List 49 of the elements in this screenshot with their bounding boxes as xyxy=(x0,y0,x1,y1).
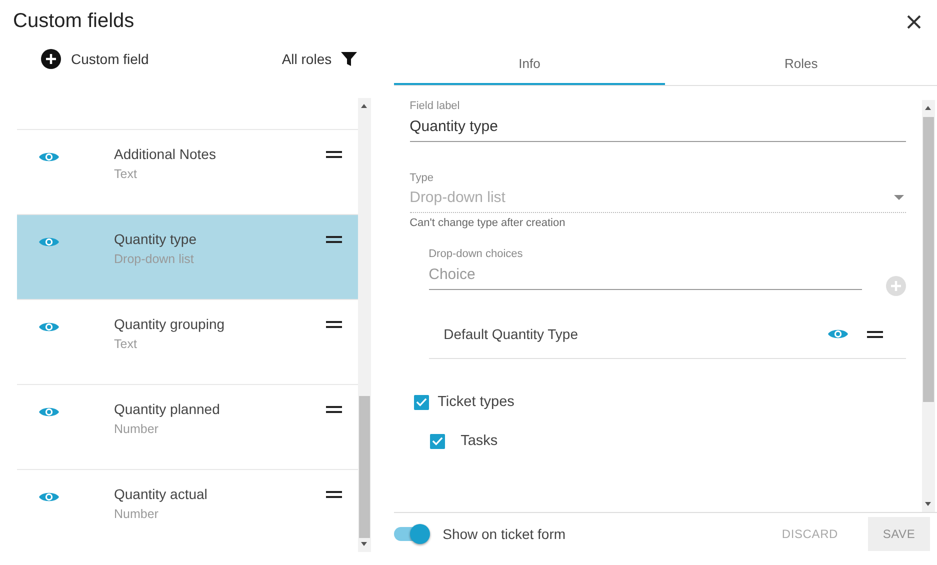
field-name: Quantity planned xyxy=(114,401,221,417)
drag-handle-icon[interactable] xyxy=(326,406,342,413)
field-label-input[interactable]: Quantity type xyxy=(410,112,906,142)
checkbox[interactable] xyxy=(414,394,429,410)
dialog-title: Custom fields xyxy=(13,10,134,32)
field-label: Field label xyxy=(410,100,461,112)
tab[interactable]: Info xyxy=(394,43,666,85)
drag-handle-icon[interactable] xyxy=(326,491,342,498)
field-name: Additional Notes xyxy=(114,146,217,162)
eye-icon[interactable] xyxy=(827,327,849,341)
scrollbar[interactable] xyxy=(922,100,935,512)
eye-icon[interactable] xyxy=(38,405,60,419)
field-type: Drop-down list xyxy=(114,252,195,266)
caret-icon xyxy=(894,195,904,200)
field-name: Quantity grouping xyxy=(114,316,226,332)
choices-label: Drop-down choices xyxy=(428,248,524,260)
tab[interactable]: Roles xyxy=(665,43,937,85)
field-type: Number xyxy=(114,507,160,521)
field-list-item[interactable]: Quantity grouping Text xyxy=(17,300,358,385)
role-filter-button[interactable]: All roles xyxy=(282,51,357,67)
checkbox-label: Tasks xyxy=(460,433,498,449)
filter-icon xyxy=(340,51,357,67)
field-name: Quantity type xyxy=(114,231,198,247)
field-type: Text xyxy=(114,167,138,181)
eye-icon[interactable] xyxy=(38,490,60,504)
field-list-item[interactable]: Quantity type Drop-down list xyxy=(17,215,358,300)
close-icon[interactable] xyxy=(907,15,921,29)
drag-handle-icon[interactable] xyxy=(326,236,342,243)
drag-handle-icon[interactable] xyxy=(867,330,883,338)
eye-icon[interactable] xyxy=(38,235,60,249)
field-type: Number xyxy=(114,422,160,436)
eye-icon[interactable] xyxy=(38,320,60,334)
field-type: Text xyxy=(114,337,138,351)
type-hint: Can't change type after creation xyxy=(410,217,566,229)
field-list-item[interactable]: Quantity planned Number xyxy=(17,385,358,470)
toggle-label: Show on ticket form xyxy=(442,526,566,542)
choice-name: Default Quantity Type xyxy=(444,326,579,342)
plus-circle-icon xyxy=(41,49,61,69)
toggle-switch[interactable] xyxy=(394,527,428,541)
type-label: Type xyxy=(410,172,434,184)
eye-icon[interactable] xyxy=(38,150,60,164)
choice-input[interactable]: Choice xyxy=(428,260,862,290)
scrollbar[interactable] xyxy=(358,98,371,552)
drag-handle-icon[interactable] xyxy=(326,151,342,158)
field-name: Quantity actual xyxy=(114,486,208,502)
checkbox-label: Ticket types xyxy=(438,394,514,410)
drag-handle-icon[interactable] xyxy=(326,321,342,328)
add-field-button[interactable]: Custom field xyxy=(41,49,149,69)
checkbox[interactable] xyxy=(430,434,445,448)
